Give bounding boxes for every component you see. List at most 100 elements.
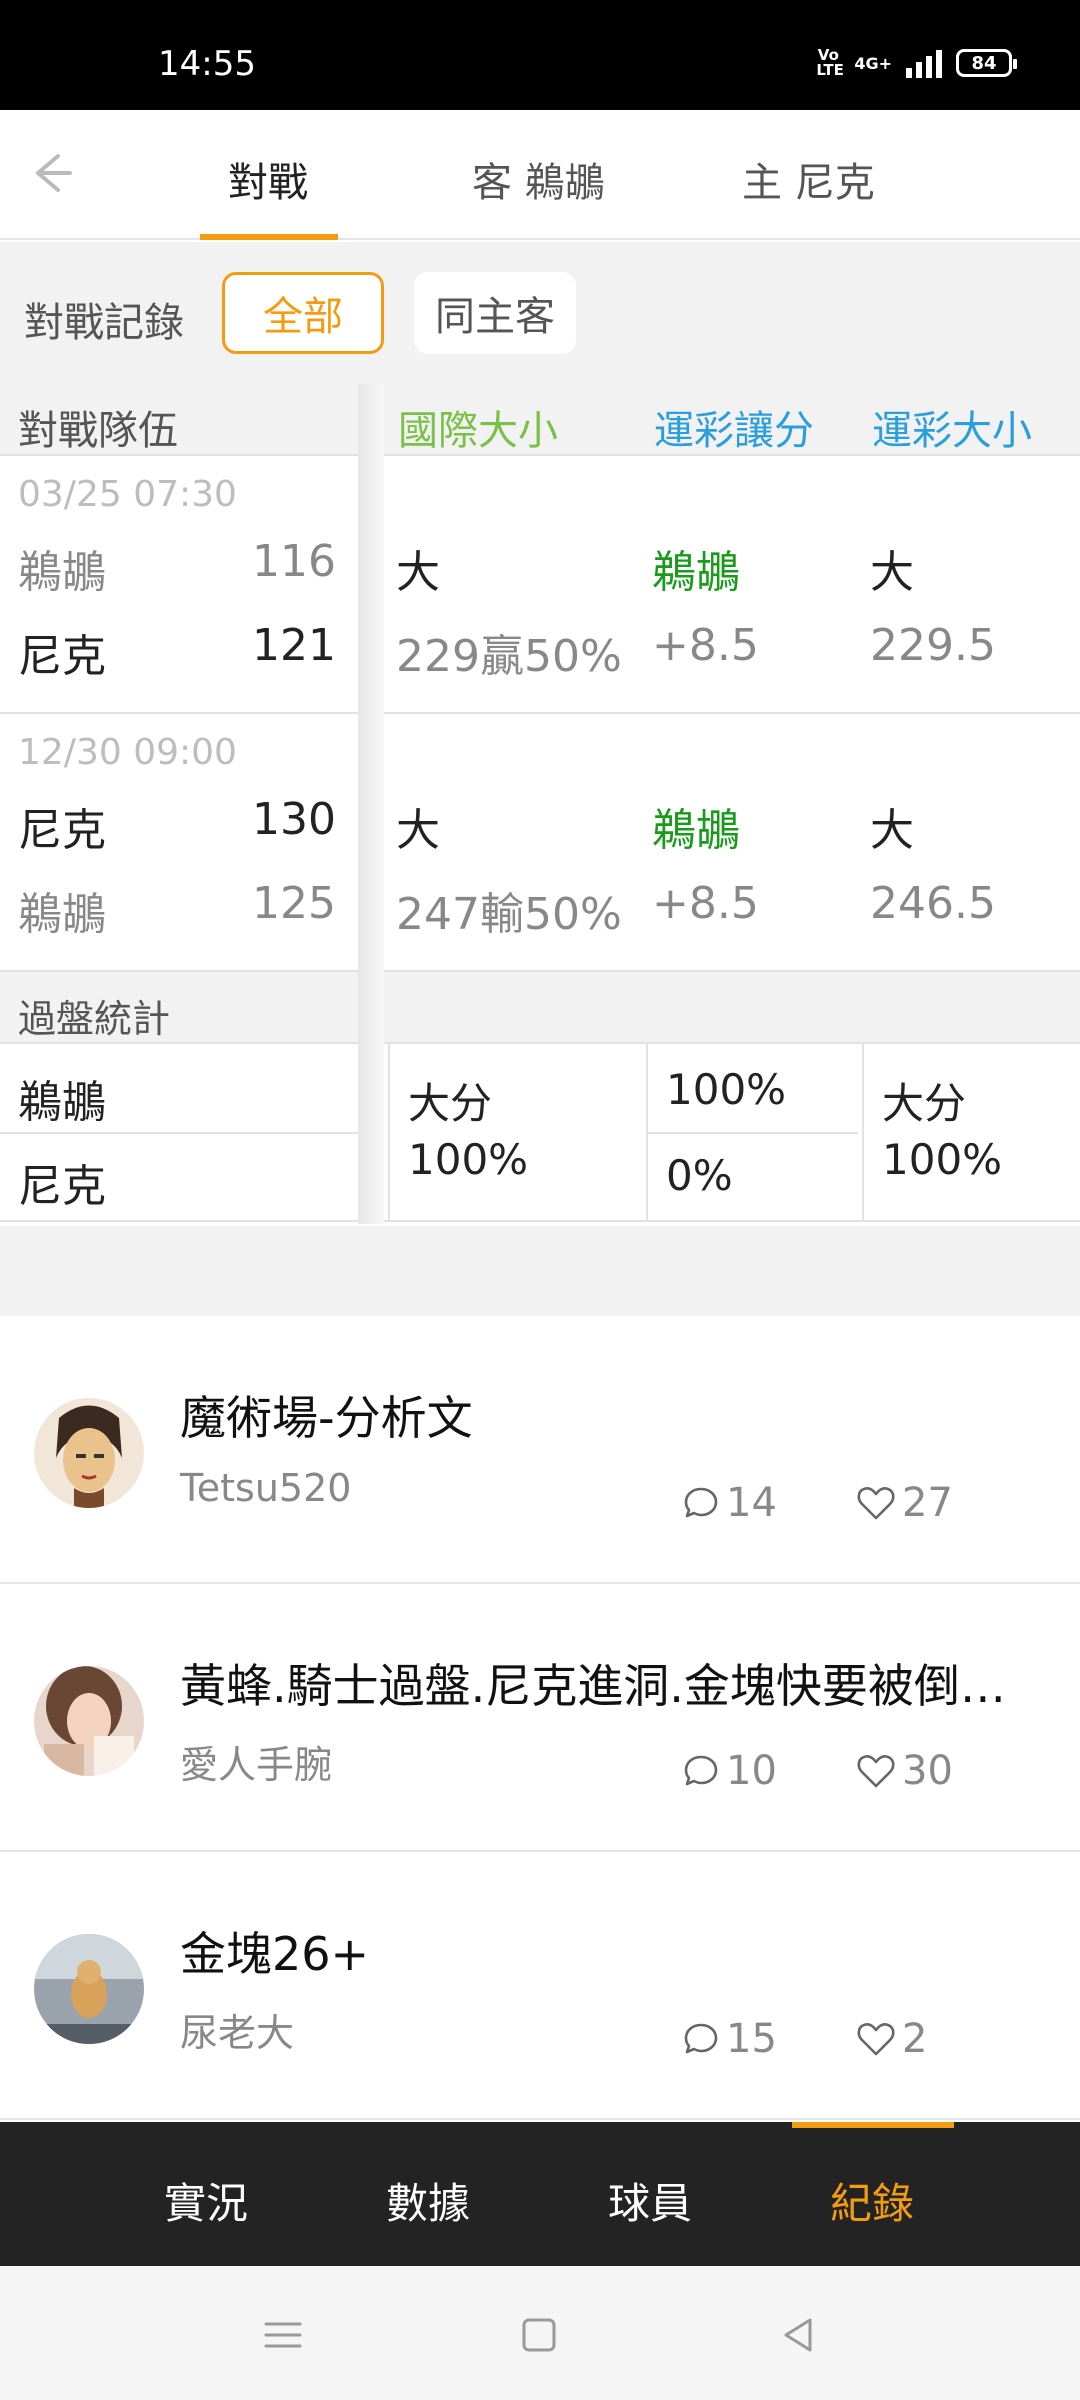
tab-home-team[interactable]: 主 尼克 [742,150,875,208]
avatar[interactable] [34,1934,144,2044]
bottom-nav: 實況 數據 球員 紀錄 [0,2122,1080,2266]
divider [648,1132,858,1134]
status-bar: 14:55 Vo LTE 4G+ 84 [0,0,1080,110]
status-icons: Vo LTE 4G+ 84 [816,46,1017,79]
avatar[interactable] [34,1398,144,1508]
total-line: 246.5 [870,878,996,929]
divider [388,1044,390,1220]
article-author[interactable]: 愛人手腕 [180,1734,332,1789]
stats-header: 過盤統計 [0,972,1080,1044]
match-date: 12/30 09:00 [18,732,237,773]
stats-total-label: 大分 [882,1079,967,1128]
team-name: 尼克 [18,631,106,682]
top-tab-bar: 對戰 客 鵜鶘 主 尼克 [0,110,1080,240]
heart-icon [857,1487,895,1520]
stats-total-value: 100% [882,1135,1003,1184]
nav-players[interactable]: 球員 [608,2170,692,2231]
like-count-value: 2 [902,2016,928,2062]
list-item[interactable]: 金塊26+ 尿老大 15 2 [0,1852,1080,2120]
match-date: 03/25 07:30 [18,474,237,515]
tab-away-team[interactable]: 客 鵜鶘 [472,150,605,208]
stats-intl-value: 100% [408,1135,529,1184]
comment-icon [684,1755,718,1786]
nav-live[interactable]: 實況 [164,2170,248,2231]
tab-matchup[interactable]: 對戰 [228,150,308,208]
divider [862,1044,864,1220]
filter-row: 對戰記錄 全部 同主客 [0,242,1080,380]
stats-spread-team1: 100% [666,1065,787,1114]
home-icon[interactable] [514,2310,564,2360]
intl-result: 大 [396,805,440,856]
active-tab-indicator [200,234,338,240]
active-nav-indicator [792,2122,954,2128]
comment-icon [684,1487,718,1518]
table-row[interactable]: 03/25 07:30 鵜鶘 116 尼克 121 大 229贏50% 鵜鶘 +… [0,456,1080,714]
article-title[interactable]: 魔術場-分析文 [180,1382,473,1448]
stats-row: 鵜鶘 尼克 大分 100% 100% 0% 大分 100% [0,1044,1080,1222]
stats-intl-cell: 大分 100% [408,1076,528,1188]
header-lottery-total: 運彩大小 [872,408,1032,454]
header-teams: 對戰隊伍 [18,408,178,454]
frozen-column-shadow [358,384,384,1224]
article-author[interactable]: 尿老大 [180,2002,294,2057]
like-count-value: 30 [902,1748,953,1794]
intl-result: 大 [396,547,440,598]
back-arrow-icon[interactable] [24,148,74,198]
status-time: 14:55 [158,44,256,84]
total-result: 大 [870,805,914,856]
spread-line: +8.5 [652,878,759,929]
heart-icon [857,2023,895,2056]
menu-icon[interactable] [258,2310,308,2360]
table-row[interactable]: 12/30 09:00 尼克 130 鵜鶘 125 大 247輸50% 鵜鶘 +… [0,714,1080,972]
stats-intl-label: 大分 [408,1079,493,1128]
heart-icon [857,1755,895,1788]
list-item[interactable]: 魔術場-分析文 Tetsu520 14 27 [0,1316,1080,1584]
stats-team-1: 鵜鶘 [18,1077,106,1128]
team-score: 116 [252,536,336,587]
article-title[interactable]: 金塊26+ [180,1918,369,1984]
signal-icon [906,48,942,78]
spread-team: 鵜鶘 [652,547,740,598]
spread-line: +8.5 [652,620,759,671]
intl-line: 247輸50% [396,889,622,940]
team-score: 121 [252,620,336,671]
network-type: 4G+ [854,53,892,73]
like-count[interactable]: 30 [856,1748,953,1794]
team-name: 鵜鶘 [18,889,106,940]
avatar[interactable] [34,1666,144,1776]
filter-label: 對戰記錄 [24,300,184,346]
comment-count[interactable]: 15 [682,2016,777,2062]
nav-data[interactable]: 數據 [386,2170,470,2231]
comment-icon [684,2023,718,2054]
system-nav-bar [0,2266,1080,2400]
filter-same-home-away-button[interactable]: 同主客 [414,272,576,354]
comment-count[interactable]: 10 [682,1748,777,1794]
comment-count-value: 10 [726,1748,777,1794]
back-icon[interactable] [774,2310,824,2360]
matchup-table: 對戰隊伍 國際大小 運彩讓分 運彩大小 03/25 07:30 鵜鶘 116 尼… [0,380,1080,1222]
comment-count[interactable]: 14 [682,1480,777,1526]
stats-team-2: 尼克 [18,1161,106,1212]
battery-icon: 84 [956,49,1017,77]
article-title[interactable]: 黃蜂.騎士過盤.尼克進洞.金塊快要被倒… [180,1650,1006,1716]
divider [0,1132,382,1134]
team-score: 130 [252,794,336,845]
intl-line: 229贏50% [396,631,622,682]
article-author[interactable]: Tetsu520 [180,1466,351,1510]
list-item[interactable]: 黃蜂.騎士過盤.尼克進洞.金塊快要被倒… 愛人手腕 10 30 [0,1584,1080,1852]
header-intl-total: 國際大小 [398,408,558,454]
stats-title: 過盤統計 [18,997,171,1041]
nav-records[interactable]: 紀錄 [830,2170,914,2231]
like-count-value: 27 [902,1480,953,1526]
volte-icon: Vo LTE [816,46,844,79]
stats-total-cell: 大分 100% [882,1076,1002,1188]
stats-spread-team2: 0% [666,1151,733,1200]
filter-all-button[interactable]: 全部 [222,272,384,354]
team-name: 尼克 [18,805,106,856]
team-name: 鵜鶘 [18,547,106,598]
like-count[interactable]: 2 [856,2016,927,2062]
table-header: 對戰隊伍 國際大小 運彩讓分 運彩大小 [0,380,1080,456]
like-count[interactable]: 27 [856,1480,953,1526]
comment-count-value: 15 [726,2016,777,2062]
team-score: 125 [252,878,336,929]
